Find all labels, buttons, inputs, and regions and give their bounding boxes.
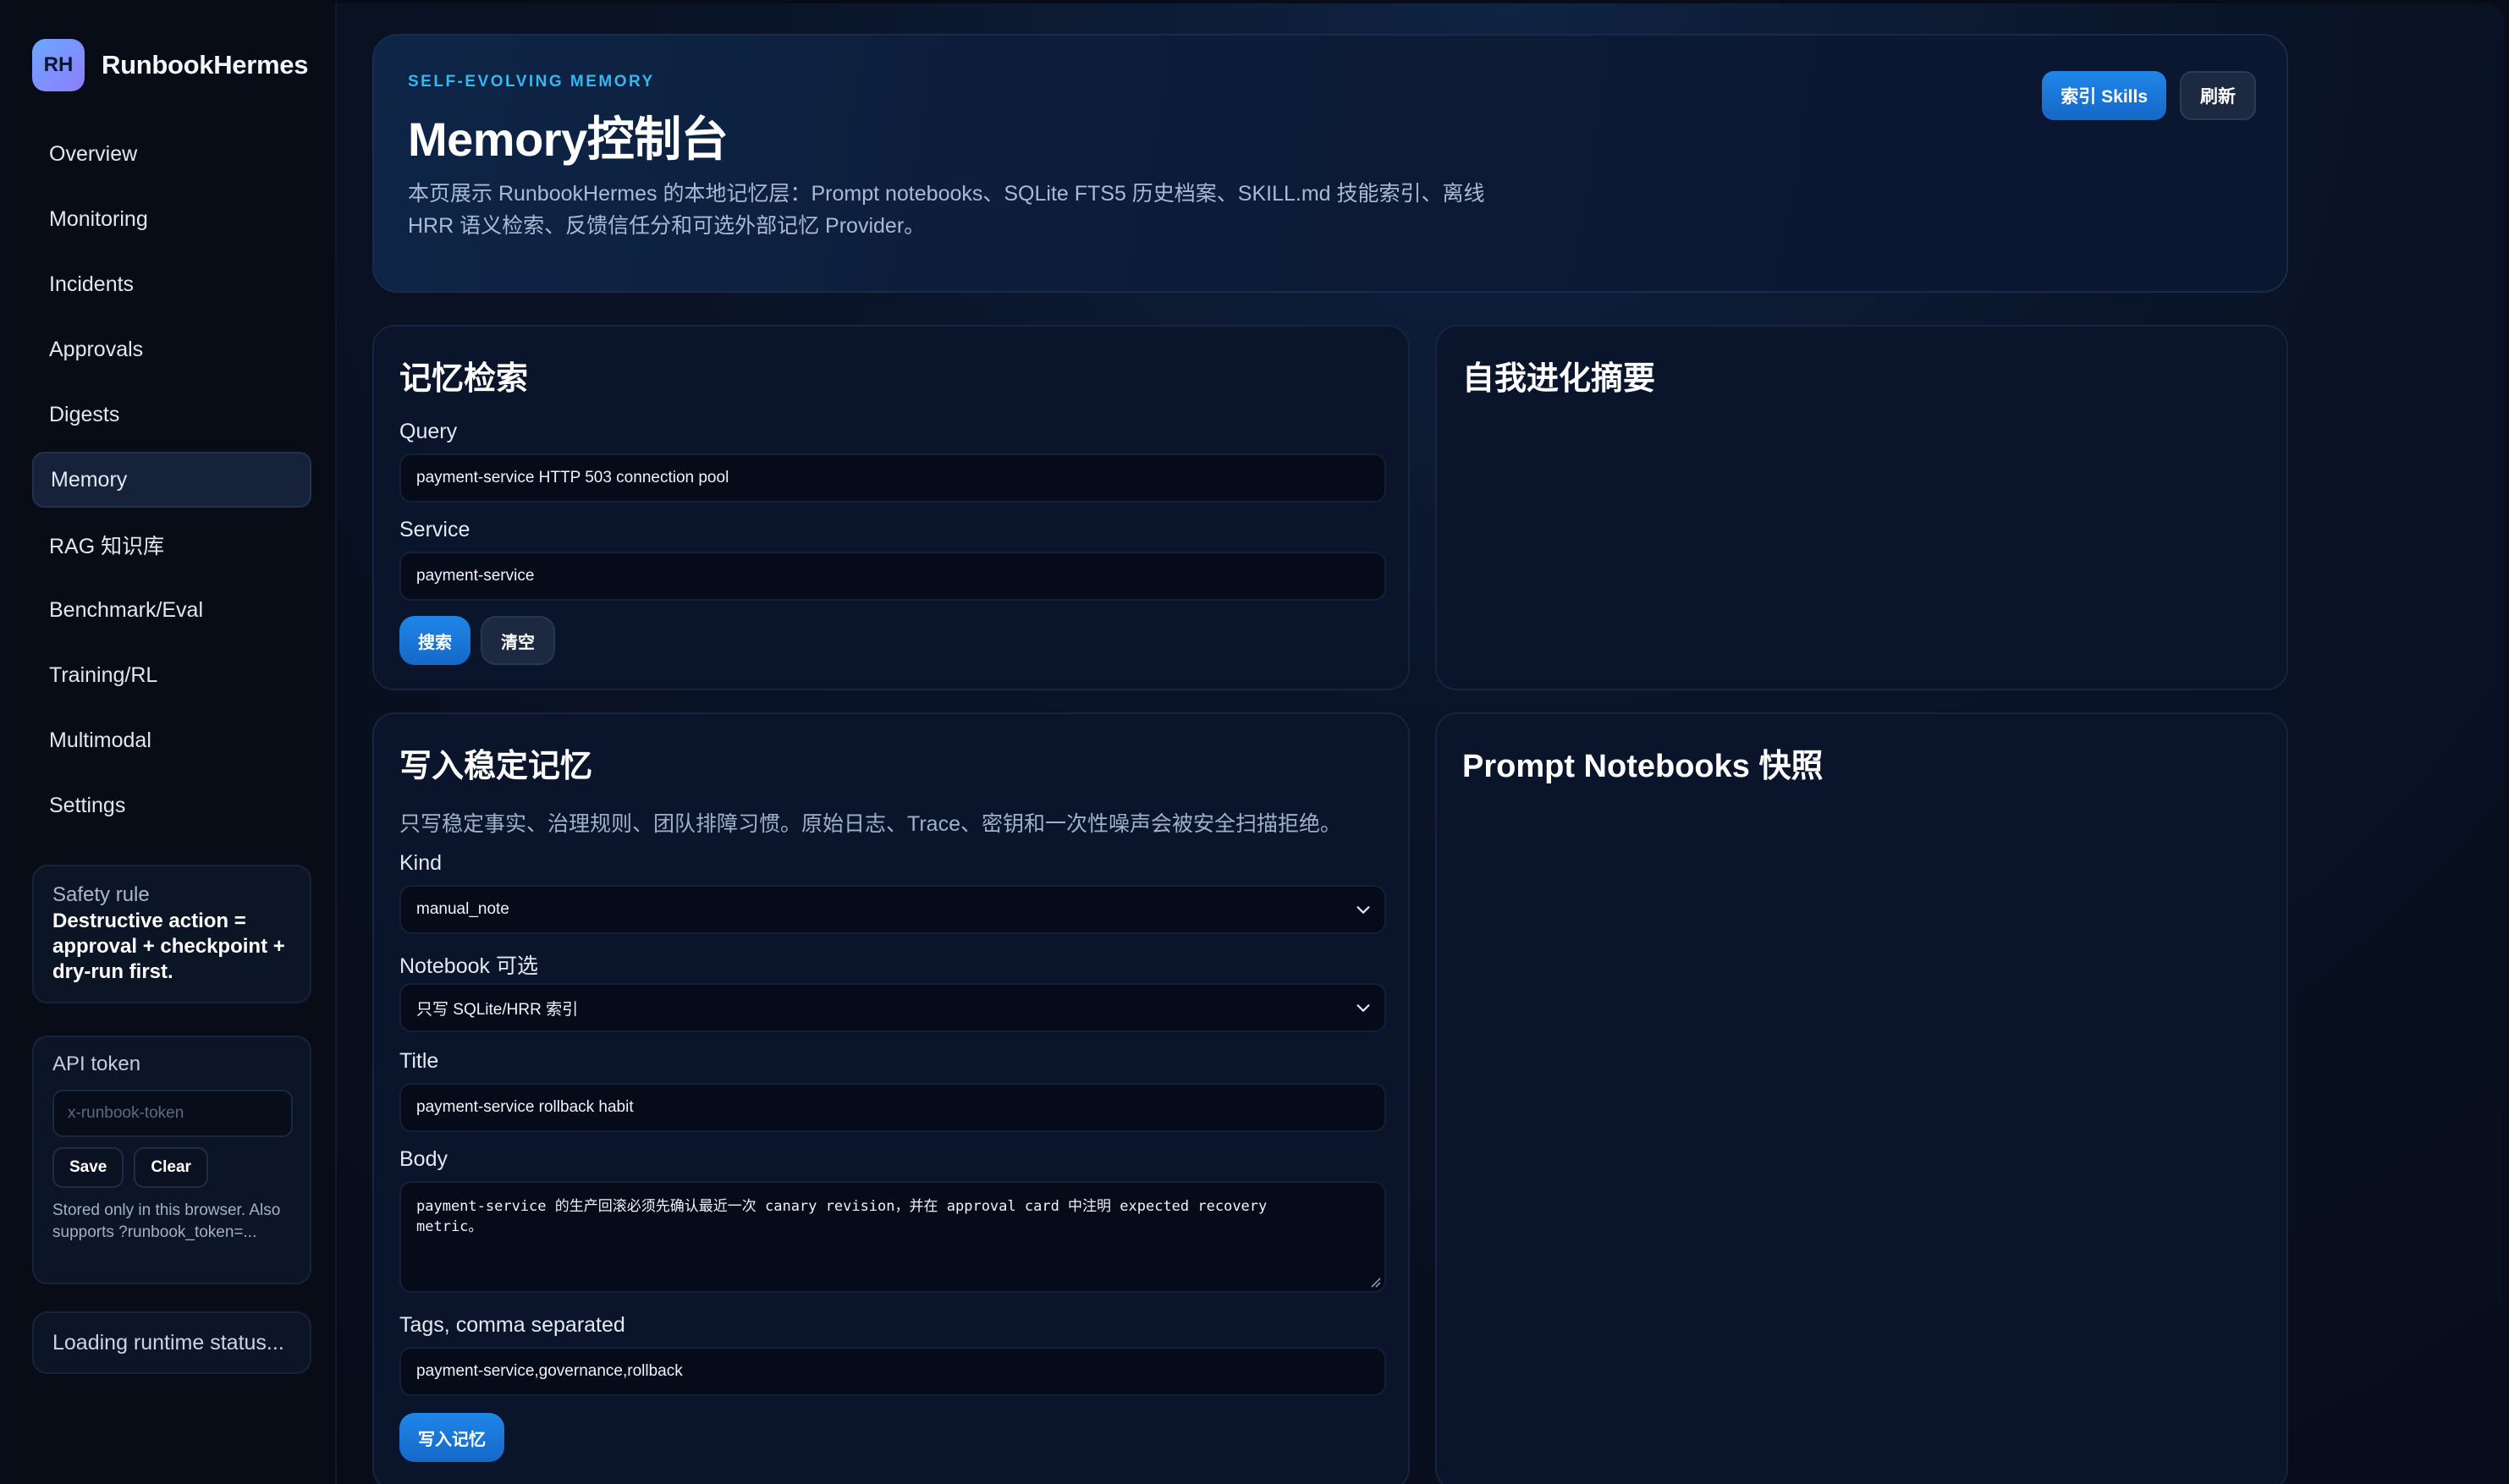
page-title: Memory控制台 [408,113,729,166]
sidebar-item-approvals[interactable]: Approvals [32,322,311,377]
safety-rule-title: Safety rule [52,883,150,906]
sidebar: RH RunbookHermes Overview Monitoring Inc… [7,3,337,1484]
write-memory-button[interactable]: 写入记忆 [399,1413,504,1462]
sidebar-item-incidents[interactable]: Incidents [32,256,311,312]
index-skills-button[interactable]: 索引 Skills [2042,71,2166,120]
hero-description: 本页展示 RunbookHermes 的本地记忆层：Prompt noteboo… [408,182,1485,238]
runtime-status: Loading runtime status... [32,1311,311,1374]
hero-eyebrow: SELF-EVOLVING MEMORY [408,73,655,91]
brand-name: RunbookHermes [102,50,309,80]
chevron-down-icon [1356,906,1370,914]
memory-search-title: 记忆检索 [399,361,529,397]
sidebar-item-overview[interactable]: Overview [32,126,311,182]
hero-header: SELF-EVOLVING MEMORY Memory控制台 本页展示 Runb… [372,34,2288,293]
chevron-down-icon [1356,1004,1370,1012]
write-memory-panel: 写入稳定记忆 只写稳定事实、治理规则、团队排障习惯。原始日志、Trace、密钥和… [372,712,1410,1484]
api-token-card: API token x-runbook-token Save Clear Sto… [32,1036,311,1284]
query-input[interactable]: payment-service HTTP 503 connection pool [399,453,1386,503]
prompt-notebooks-panel: Prompt Notebooks 快照 [1435,712,2288,1484]
notebook-select-value: 只写 SQLite/HRR 索引 [416,1000,579,1019]
sidebar-item-benchmark[interactable]: Benchmark/Eval [32,582,311,638]
title-input[interactable]: payment-service rollback habit [399,1083,1386,1132]
clear-search-button[interactable]: 清空 [481,616,555,665]
api-token-note: Stored only in this browser. Also suppor… [52,1201,281,1241]
body-label: Body [399,1147,448,1171]
sidebar-item-memory[interactable]: Memory [32,452,311,508]
brand[interactable]: RH RunbookHermes [32,39,308,91]
resize-handle-icon[interactable] [1369,1276,1381,1288]
sidebar-nav: Overview Monitoring Incidents Approvals … [32,126,311,843]
write-memory-title: 写入稳定记忆 [399,749,593,784]
body-textarea[interactable]: payment-service 的生产回滚必须先确认最近一次 canary re… [399,1181,1386,1293]
sidebar-item-rag[interactable]: RAG 知识库 [32,517,311,573]
write-memory-note: 只写稳定事实、治理规则、团队排障习惯。原始日志、Trace、密钥和一次性噪声会被… [399,812,1341,836]
sidebar-item-monitoring[interactable]: Monitoring [32,191,311,247]
service-label: Service [399,518,470,541]
query-label: Query [399,420,458,443]
token-save-button[interactable]: Save [52,1147,124,1188]
api-token-input[interactable]: x-runbook-token [52,1090,293,1137]
tags-input[interactable]: payment-service,governance,rollback [399,1347,1386,1396]
refresh-button[interactable]: 刷新 [2180,71,2256,120]
self-evolution-panel: 自我进化摘要 [1435,325,2288,690]
brand-logo: RH [32,39,85,91]
sidebar-item-digests[interactable]: Digests [32,387,311,442]
body-textarea-value: payment-service 的生产回滚必须先确认最近一次 canary re… [416,1198,1268,1235]
token-clear-button[interactable]: Clear [134,1147,208,1188]
sidebar-item-settings[interactable]: Settings [32,778,311,833]
service-input[interactable]: payment-service [399,552,1386,601]
sidebar-item-multimodal[interactable]: Multimodal [32,712,311,768]
app-window: RH RunbookHermes Overview Monitoring Inc… [7,3,2504,1484]
kind-select[interactable]: manual_note [399,885,1386,934]
tags-label: Tags, comma separated [399,1313,625,1337]
search-button[interactable]: 搜索 [399,616,470,665]
title-label: Title [399,1049,439,1073]
api-token-title: API token [52,1053,141,1075]
safety-rule-card: Safety rule Destructive action = approva… [32,865,311,1003]
memory-search-panel: 记忆检索 Query payment-service HTTP 503 conn… [372,325,1410,690]
notebook-label: Notebook 可选 [399,954,538,978]
self-evolution-title: 自我进化摘要 [1462,361,1656,397]
kind-label: Kind [399,851,443,875]
safety-rule-body: Destructive action = approval + checkpoi… [52,910,285,983]
sidebar-item-training[interactable]: Training/RL [32,647,311,703]
notebook-select[interactable]: 只写 SQLite/HRR 索引 [399,983,1386,1032]
prompt-notebooks-title: Prompt Notebooks 快照 [1462,749,1824,784]
kind-select-value: manual_note [416,900,509,918]
